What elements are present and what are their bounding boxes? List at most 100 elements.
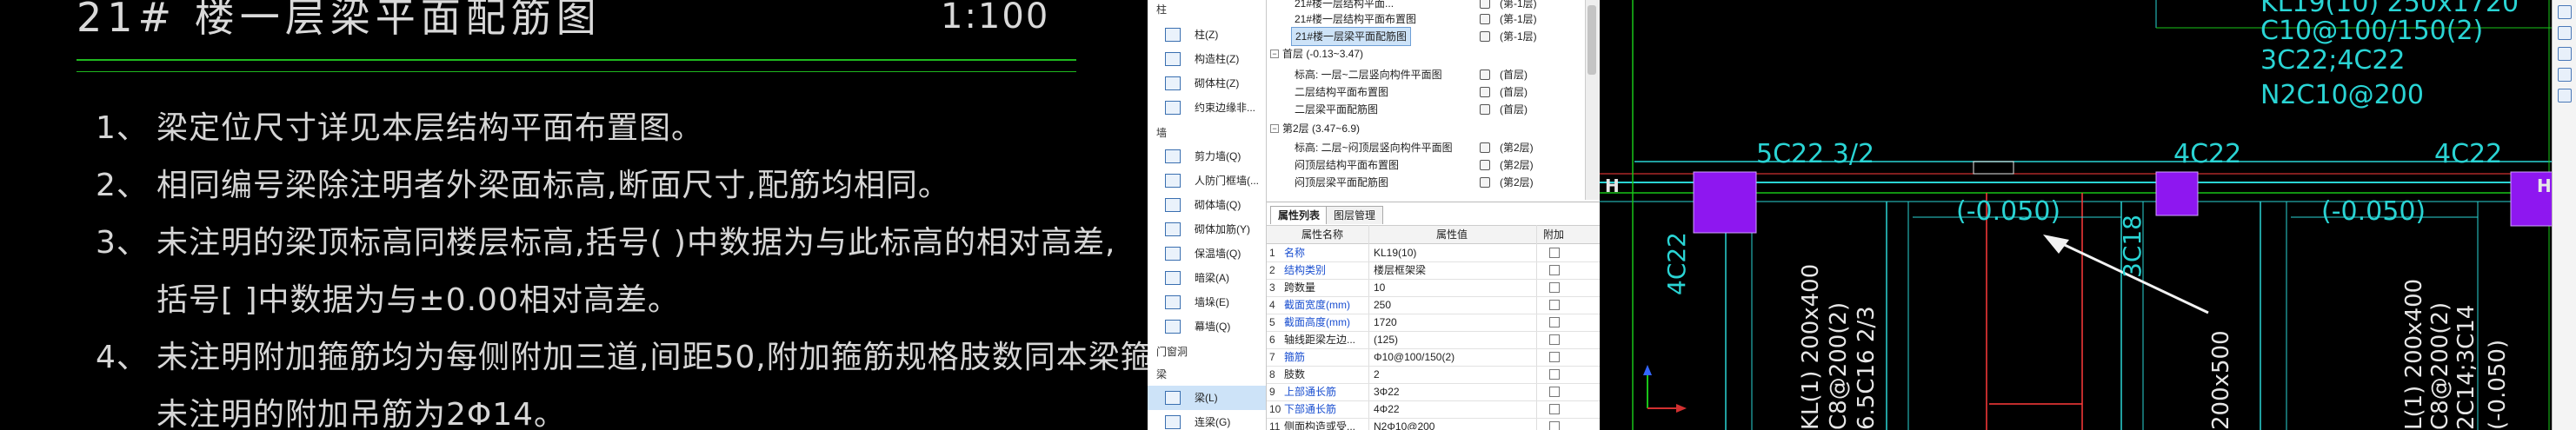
property-row[interactable]: 1 名称 KL19(10) [1267, 244, 1600, 262]
attach-checkbox[interactable] [1549, 369, 1560, 380]
property-row[interactable]: 11 侧面构造或受... N2Φ10@200 [1267, 418, 1600, 430]
lock-icon[interactable] [1480, 87, 1490, 97]
lock-icon[interactable] [1480, 69, 1490, 80]
tool-shear-wall[interactable]: 剪力墙(Q) [1148, 144, 1266, 169]
span-label-3: 4C22 [2434, 139, 2503, 169]
property-row[interactable]: 2 结构类别 楼层框架梁 [1267, 261, 1600, 280]
vertical-beam-label-2: C8@200(2) [1826, 301, 1852, 430]
collapse-icon[interactable]: − [1270, 124, 1279, 133]
tree-item-selected[interactable]: 21#楼一层梁平面配筋图 (第-1层) [1267, 27, 1600, 46]
property-row[interactable]: 8 肢数 2 [1267, 366, 1600, 384]
grip-h-left[interactable]: H [1605, 175, 1620, 196]
tree-scrollbar-thumb[interactable] [1588, 5, 1596, 75]
collapse-icon[interactable]: − [1270, 50, 1279, 58]
vertical-label-mid: 3C18 [2118, 215, 2147, 278]
category-door-window[interactable]: 门窗洞 [1148, 344, 1266, 360]
properties-panel: 属性列表 图层管理 属性名称 属性值 附加 1 名称 KL19(10) 2 结构类别楼… [1267, 202, 1600, 430]
constraint-edge-icon [1165, 101, 1181, 115]
attach-checkbox[interactable] [1549, 387, 1560, 397]
tool-insulation-wall[interactable]: 保温墙(Q) [1148, 241, 1266, 266]
category-column[interactable]: 柱 [1148, 2, 1266, 17]
component-tool-list: 柱 柱(Z) 构造柱(Z) 砌体柱(Z) 约束边缘非... 墙 剪力墙(Q) 人… [1148, 0, 1267, 430]
tool-constructional-column[interactable]: 构造柱(Z) [1148, 47, 1266, 71]
tree-item[interactable]: 闷顶层结构平面布置图 (第2层) [1267, 156, 1600, 174]
column-block [2155, 171, 2199, 216]
tree-group-second-floor[interactable]: − 第2层 (3.47~6.9) [1267, 120, 1600, 137]
tree-item[interactable]: 二层结构平面布置图 (首层) [1267, 83, 1600, 101]
category-wall[interactable]: 墙 [1148, 125, 1266, 141]
vertical-beam-label-3: 6.5C16 2/3 [1854, 306, 1880, 430]
rotate-icon[interactable] [2558, 47, 2572, 61]
drawing-title: 21# 楼一层梁平面配筋图 [77, 0, 602, 41]
tree-item[interactable]: 二层梁平面配筋图 (首层) [1267, 101, 1600, 118]
tool-wall-pier[interactable]: 墙垛(E) [1148, 290, 1266, 314]
column-icon [1165, 28, 1181, 42]
attach-checkbox[interactable] [1549, 334, 1560, 345]
grip-h-right[interactable]: H [2537, 175, 2552, 196]
tool-civil-defense-wall[interactable]: 人防门框墙(... [1148, 169, 1266, 193]
wall-pier-icon [1165, 295, 1181, 309]
note-line-3: 3、 未注明的梁顶标高同楼层标高,括号( )中数据为与此标高的相对高差, [96, 225, 1116, 261]
tree-item[interactable]: 标高: 一层~二层竖向构件平面图 (首层) [1267, 66, 1600, 83]
property-row[interactable]: 10 下部通长筋 4Φ22 [1267, 400, 1600, 419]
attach-checkbox[interactable] [1549, 317, 1560, 327]
tab-layer-management[interactable]: 图层管理 [1326, 206, 1384, 224]
hidden-beam-icon [1165, 271, 1181, 285]
property-row[interactable]: 3 跨数量 10 [1267, 279, 1600, 297]
layer-icon[interactable] [2558, 89, 2572, 103]
lock-icon[interactable] [1480, 0, 1490, 9]
tool-column[interactable]: 柱(Z) [1148, 23, 1266, 47]
tool-masonry-column[interactable]: 砌体柱(Z) [1148, 71, 1266, 96]
drawing-tree: 21#楼一层结构平面... (第-1层) 21#楼一层结构平面布置图 (第-1层… [1267, 0, 1600, 200]
zoom-icon[interactable] [2558, 5, 2572, 19]
tree-item[interactable]: 闷顶层梁平面配筋图 (第2层) [1267, 174, 1600, 191]
constructional-column-icon [1165, 52, 1181, 66]
attach-checkbox[interactable] [1549, 404, 1560, 414]
span-label-2: 4C22 [2173, 139, 2242, 169]
attach-checkbox[interactable] [1549, 265, 1560, 275]
tree-item[interactable]: 21#楼一层结构平面布置图 (第-1层) [1267, 10, 1600, 28]
attach-checkbox[interactable] [1549, 352, 1560, 362]
tool-beam[interactable]: 梁(L) [1148, 386, 1266, 410]
vertical-beam-label-5: L(1) 200x400 [2401, 278, 2427, 430]
curtain-wall-icon [1165, 320, 1181, 334]
properties-header: 属性名称 属性值 附加 [1267, 225, 1600, 244]
property-row[interactable]: 4 截面宽度(mm) 250 [1267, 296, 1600, 314]
tab-property-list[interactable]: 属性列表 [1270, 206, 1328, 224]
tree-group-first-floor[interactable]: − 首层 (-0.13~3.47) [1267, 45, 1600, 63]
beam-label-stirrup: C10@100/150(2) [2260, 16, 2484, 46]
lock-icon[interactable] [1480, 177, 1490, 188]
lock-icon[interactable] [1480, 142, 1490, 153]
tool-constraint-edge[interactable]: 约束边缘非... [1148, 96, 1266, 120]
pan-icon[interactable] [2558, 26, 2572, 40]
coupling-beam-icon [1165, 415, 1181, 429]
attach-checkbox[interactable] [1549, 282, 1560, 293]
note-line-1: 1、 梁定位尺寸详见本层结构平面布置图。 [96, 110, 704, 146]
software-ui-panel: 柱 柱(Z) 构造柱(Z) 砌体柱(Z) 约束边缘非... 墙 剪力墙(Q) 人… [1148, 0, 1600, 430]
vertical-beam-label-1: KL(1) 200x400 [1798, 263, 1824, 430]
attach-checkbox[interactable] [1549, 248, 1560, 258]
note-line-4: 4、 未注明附加箍筋均为每侧附加三道,间距50,附加箍筋规格肢数同本梁箍筋; [96, 340, 1148, 375]
insulation-wall-icon [1165, 247, 1181, 261]
category-beam[interactable]: 梁 [1148, 367, 1266, 382]
attach-checkbox[interactable] [1549, 421, 1560, 430]
lock-icon[interactable] [1480, 160, 1490, 170]
tool-coupling-beam[interactable]: 连梁(G) [1148, 410, 1266, 430]
lock-icon[interactable] [1480, 104, 1490, 115]
lock-icon[interactable] [1480, 31, 1490, 42]
tool-masonry-wall[interactable]: 砌体墙(Q) [1148, 193, 1266, 217]
property-row[interactable]: 6 轴线距梁左边... (125) [1267, 331, 1600, 349]
tool-masonry-rebar[interactable]: 砌体加筋(Y) [1148, 217, 1266, 241]
tool-hidden-beam[interactable]: 暗梁(A) [1148, 266, 1266, 290]
property-row[interactable]: 5 截面高度(mm) 1720 [1267, 314, 1600, 332]
cad-viewport[interactable]: KL19(10) 250x1720 C10@100/150(2) 3C22;4C… [1600, 0, 2576, 430]
property-row[interactable]: 9 上部通长筋 3Φ22 [1267, 383, 1600, 401]
tool-curtain-wall[interactable]: 幕墙(Q) [1148, 314, 1266, 339]
property-row[interactable]: 7 箍筋 Φ10@100/150(2) [1267, 348, 1600, 367]
column-block [1693, 171, 1757, 234]
attach-checkbox[interactable] [1549, 300, 1560, 310]
title-underline [77, 59, 1076, 61]
tree-item[interactable]: 标高: 二层~闷顶层竖向构件平面图 (第2层) [1267, 139, 1600, 156]
view-3d-icon[interactable] [2558, 68, 2572, 82]
lock-icon[interactable] [1480, 14, 1490, 24]
